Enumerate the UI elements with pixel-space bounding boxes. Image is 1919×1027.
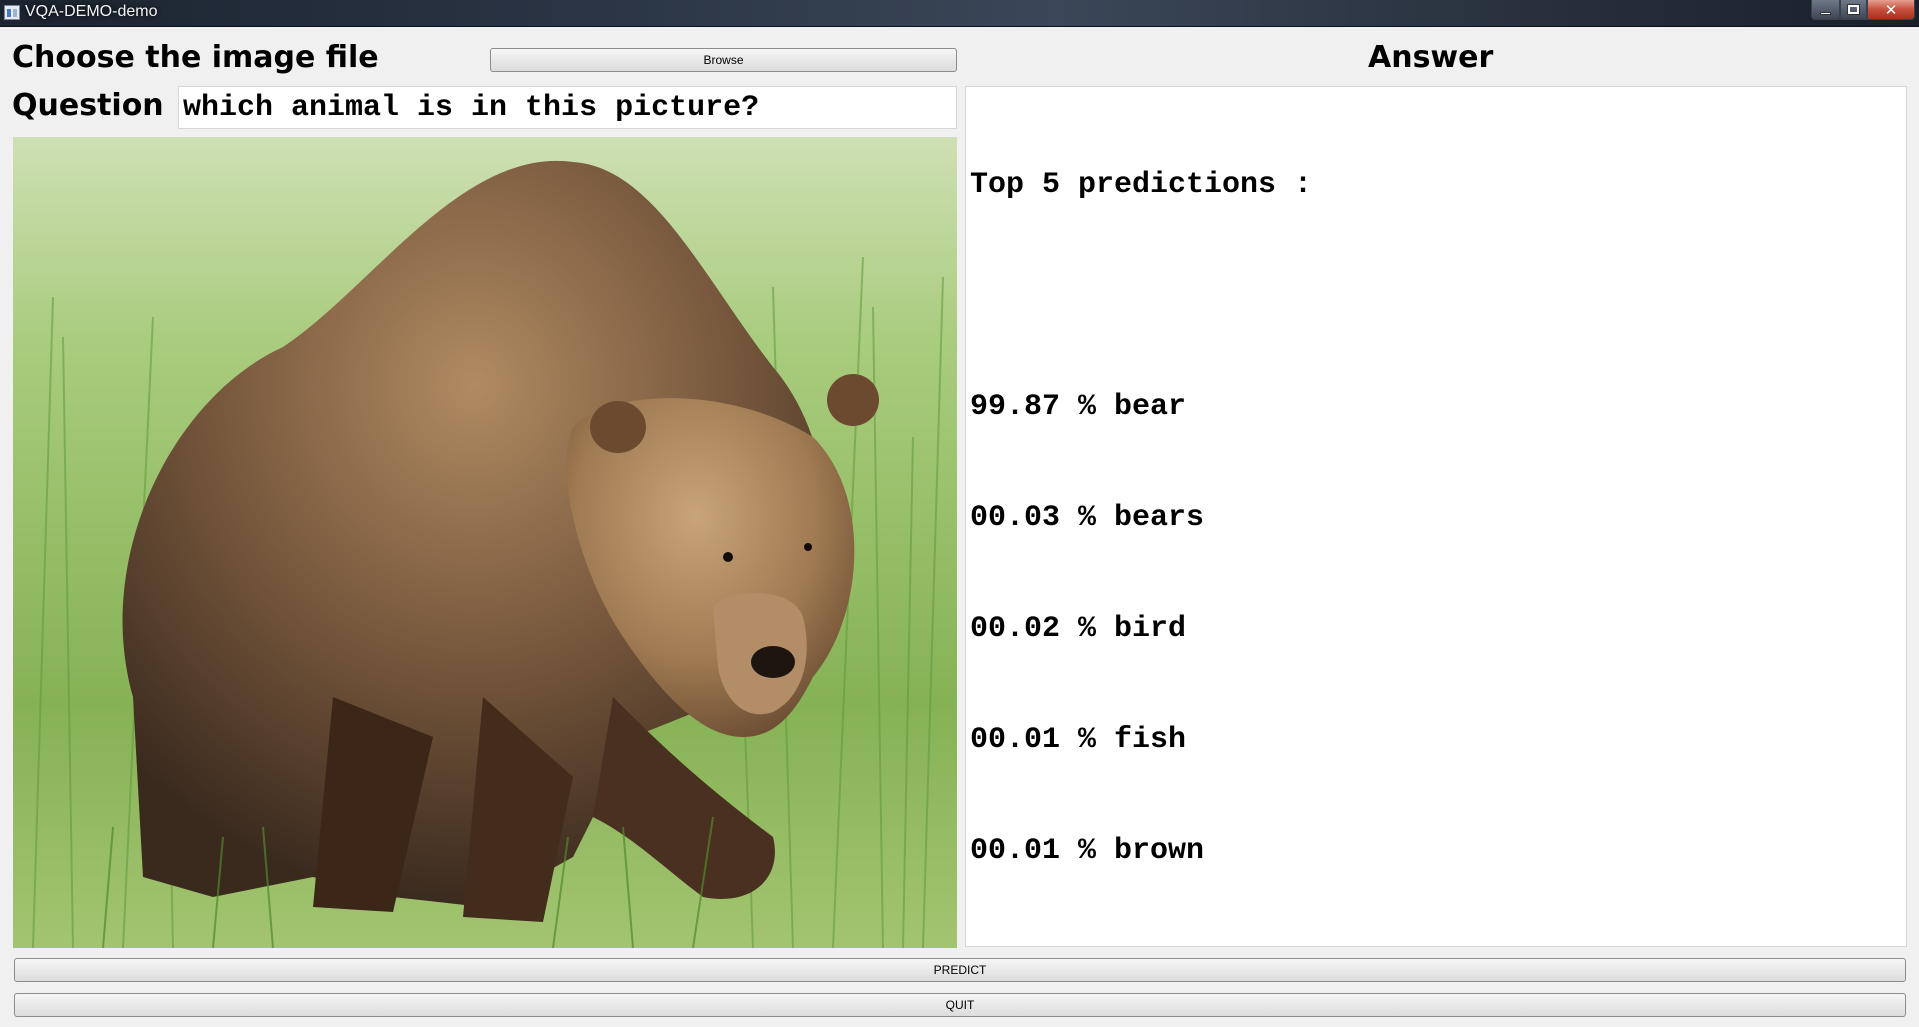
brown-bear-photo xyxy=(13,137,957,948)
choose-image-label: Choose the image file xyxy=(12,40,379,75)
minimize-button[interactable] xyxy=(1811,0,1840,20)
maximize-icon xyxy=(1848,5,1859,14)
prediction-row: 99.87 % bear xyxy=(970,390,1187,424)
main-window: VQA-DEMO-demo ✕ Choose the image file Br… xyxy=(0,0,1919,1027)
window-controls: ✕ xyxy=(1811,0,1915,20)
title-bar[interactable]: VQA-DEMO-demo ✕ xyxy=(0,0,1919,27)
image-preview xyxy=(13,137,957,948)
question-input[interactable] xyxy=(178,86,957,129)
app-window-icon xyxy=(4,5,20,20)
prediction-row: 00.01 % fish xyxy=(970,723,1187,757)
prediction-row: 00.03 % bears xyxy=(970,501,1205,535)
browse-button[interactable]: Browse xyxy=(490,48,957,72)
question-label: Question xyxy=(12,88,164,123)
window-title: VQA-DEMO-demo xyxy=(25,3,158,20)
answer-output[interactable]: Top 5 predictions : 99.87 % bear 00.03 %… xyxy=(965,86,1907,947)
prediction-row: 00.01 % brown xyxy=(970,834,1205,868)
predict-button[interactable]: PREDICT xyxy=(14,958,1906,982)
minimize-icon xyxy=(1820,12,1831,15)
close-icon: ✕ xyxy=(1884,0,1898,19)
quit-button[interactable]: QUIT xyxy=(14,993,1906,1017)
prediction-row: 00.02 % bird xyxy=(970,612,1187,646)
maximize-button[interactable] xyxy=(1840,0,1867,20)
close-button[interactable]: ✕ xyxy=(1867,0,1915,20)
predictions-heading: Top 5 predictions : xyxy=(970,168,1313,202)
answer-label: Answer xyxy=(1368,40,1494,75)
